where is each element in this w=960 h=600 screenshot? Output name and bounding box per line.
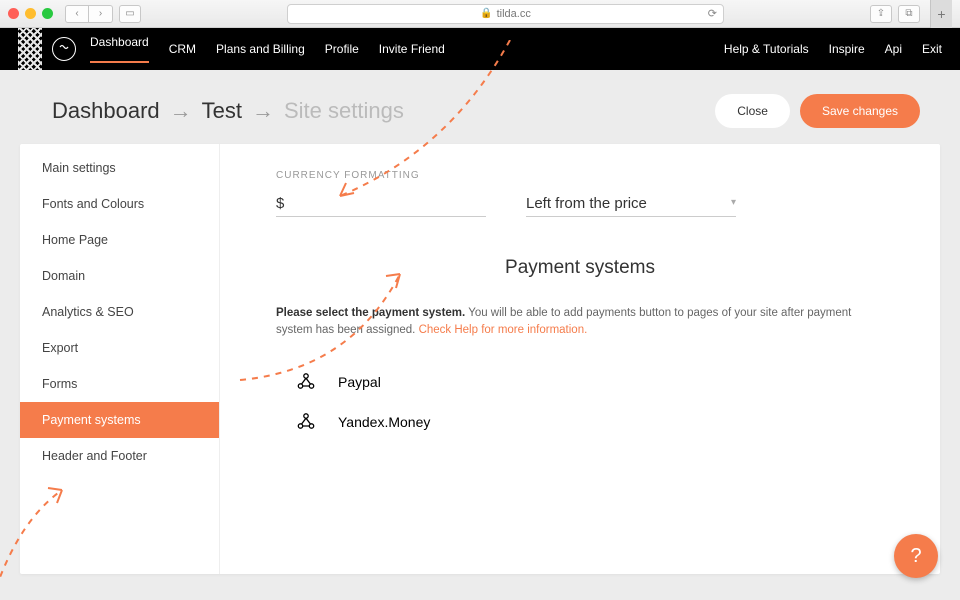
share-icon[interactable]: ⇪: [870, 5, 892, 23]
fullscreen-window-icon[interactable]: [42, 8, 53, 19]
nav-back-forward: ‹ ›: [65, 5, 113, 23]
breadcrumb: Dashboard → Test → Site settings: [52, 98, 404, 124]
settings-panel: Main settings Fonts and Colours Home Pag…: [20, 144, 940, 574]
topnav-help[interactable]: Help & Tutorials: [724, 42, 809, 56]
topnav-inspire[interactable]: Inspire: [829, 42, 865, 56]
sidebar-item-forms[interactable]: Forms: [20, 366, 219, 402]
payment-provider-icon: [296, 412, 316, 432]
sidebar-item-domain[interactable]: Domain: [20, 258, 219, 294]
ps-desc-help-link[interactable]: Check Help for more information.: [419, 324, 588, 336]
breadcrumb-dashboard[interactable]: Dashboard: [52, 98, 160, 124]
currency-position-select[interactable]: [526, 191, 736, 217]
back-button[interactable]: ‹: [65, 5, 89, 23]
sidebar-item-homepage[interactable]: Home Page: [20, 222, 219, 258]
brand-pattern-icon: [18, 28, 42, 70]
topnav-invite[interactable]: Invite Friend: [379, 42, 445, 56]
payment-systems-desc: Please select the payment system. You wi…: [276, 305, 884, 340]
ps-desc-bold: Please select the payment system.: [276, 307, 465, 319]
sidebar-item-export[interactable]: Export: [20, 330, 219, 366]
payment-option-paypal[interactable]: Paypal: [276, 362, 884, 402]
page-body: Dashboard → Test → Site settings Close S…: [0, 70, 960, 600]
topnav: Dashboard CRM Plans and Billing Profile …: [0, 28, 960, 70]
payment-systems-heading: Payment systems: [276, 257, 884, 279]
topnav-dashboard[interactable]: Dashboard: [90, 35, 149, 63]
payment-provider-icon: [296, 372, 316, 392]
topnav-plans[interactable]: Plans and Billing: [216, 42, 305, 56]
minimize-window-icon[interactable]: [25, 8, 36, 19]
traffic-lights: [8, 8, 53, 19]
url-text: tilda.cc: [497, 8, 531, 20]
help-icon: ?: [910, 545, 921, 568]
payment-option-label: Paypal: [338, 374, 381, 390]
sidebar-item-main[interactable]: Main settings: [20, 150, 219, 186]
currency-symbol-input[interactable]: [276, 191, 486, 217]
close-button[interactable]: Close: [715, 94, 790, 128]
brand-logo-icon[interactable]: [52, 37, 76, 61]
topnav-profile[interactable]: Profile: [325, 42, 359, 56]
breadcrumb-sep-icon: →: [252, 98, 274, 124]
sidebar-item-header-footer[interactable]: Header and Footer: [20, 438, 219, 474]
url-bar[interactable]: 🔒 tilda.cc ⟳: [287, 4, 724, 24]
new-tab-button[interactable]: +: [930, 0, 952, 28]
breadcrumb-current: Site settings: [284, 98, 404, 124]
section-label-currency: CURRENCY FORMATTING: [276, 170, 884, 181]
browser-chrome: ‹ › ▭ 🔒 tilda.cc ⟳ ⇪ ⧉ +: [0, 0, 960, 28]
settings-content: CURRENCY FORMATTING ▾ Payment systems Pl…: [220, 144, 940, 574]
payment-option-label: Yandex.Money: [338, 414, 430, 430]
breadcrumb-sep-icon: →: [170, 98, 192, 124]
payment-option-yandex[interactable]: Yandex.Money: [276, 402, 884, 442]
breadcrumb-test[interactable]: Test: [202, 98, 242, 124]
sidebar-item-fonts[interactable]: Fonts and Colours: [20, 186, 219, 222]
sidebar-item-analytics[interactable]: Analytics & SEO: [20, 294, 219, 330]
close-window-icon[interactable]: [8, 8, 19, 19]
tabs-icon[interactable]: ⧉: [898, 5, 920, 23]
help-fab-button[interactable]: ?: [894, 534, 938, 578]
settings-sidebar: Main settings Fonts and Colours Home Pag…: [20, 144, 220, 574]
chevron-down-icon: ▾: [731, 197, 736, 208]
topnav-exit[interactable]: Exit: [922, 42, 942, 56]
topnav-crm[interactable]: CRM: [169, 42, 196, 56]
topnav-api[interactable]: Api: [885, 42, 902, 56]
forward-button[interactable]: ›: [89, 5, 113, 23]
sidebar-item-payment[interactable]: Payment systems: [20, 402, 219, 438]
lock-icon: 🔒: [480, 8, 492, 19]
save-changes-button[interactable]: Save changes: [800, 94, 920, 128]
sidebar-toggle-icon[interactable]: ▭: [119, 5, 141, 23]
refresh-icon[interactable]: ⟳: [708, 7, 717, 20]
